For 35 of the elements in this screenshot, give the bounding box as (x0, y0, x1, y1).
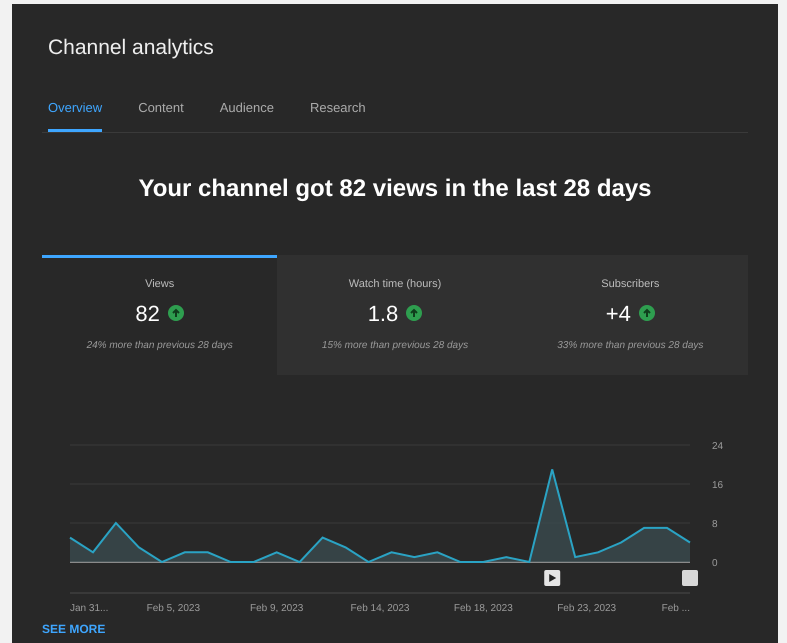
see-more-link[interactable]: SEE MORE (42, 622, 106, 636)
y-axis-label: 0 (712, 558, 718, 568)
x-axis-label: Feb 5, 2023 (146, 602, 200, 614)
play-icon (544, 570, 560, 586)
y-axis-label: 16 (712, 480, 724, 490)
x-axis-label: Feb 18, 2023 (454, 602, 513, 614)
metric-note: 24% more than previous 28 days (86, 338, 233, 352)
x-axis-label: Jan 31... (70, 602, 108, 614)
y-axis-label: 24 (712, 440, 724, 452)
metric-note: 15% more than previous 28 days (322, 338, 468, 352)
square-icon (682, 570, 698, 586)
tab[interactable]: Overview (48, 98, 102, 132)
arrow-up-icon (406, 305, 422, 321)
arrow-up-icon (168, 305, 184, 321)
page-title: Channel analytics (47, 35, 215, 61)
metric-label: Views (145, 277, 174, 292)
metric-card[interactable]: Watch time (hours) 1.8 15% more than previous 28 days (277, 255, 513, 374)
metric-note: 33% more than previous 28 days (557, 338, 704, 352)
tab[interactable]: Audience (220, 98, 274, 132)
y-axis-label: 8 (712, 518, 718, 530)
x-axis-label: Feb 14, 2023 (350, 602, 410, 614)
x-axis-label: Feb ... (662, 602, 690, 614)
tab[interactable]: Research (310, 98, 366, 132)
metric-value: +4 (606, 300, 631, 328)
tab[interactable]: Content (138, 98, 184, 132)
metric-card[interactable]: Subscribers +4 33% more than previous 28 days (512, 255, 748, 374)
metric-value: 82 (135, 300, 160, 328)
metric-value: 1.8 (368, 300, 398, 328)
arrow-up-icon (638, 305, 655, 321)
x-axis-label: Feb 9, 2023 (250, 602, 304, 614)
metric-label: Watch time (hours) (348, 277, 442, 292)
metric-card[interactable]: Views 82 24% more than previous 28 days (42, 255, 278, 374)
metric-label: Subscribers (601, 277, 660, 292)
x-axis-label: Feb 23, 2023 (557, 602, 616, 614)
headline: Your channel got 82 views in the last 28 days (137, 174, 653, 204)
